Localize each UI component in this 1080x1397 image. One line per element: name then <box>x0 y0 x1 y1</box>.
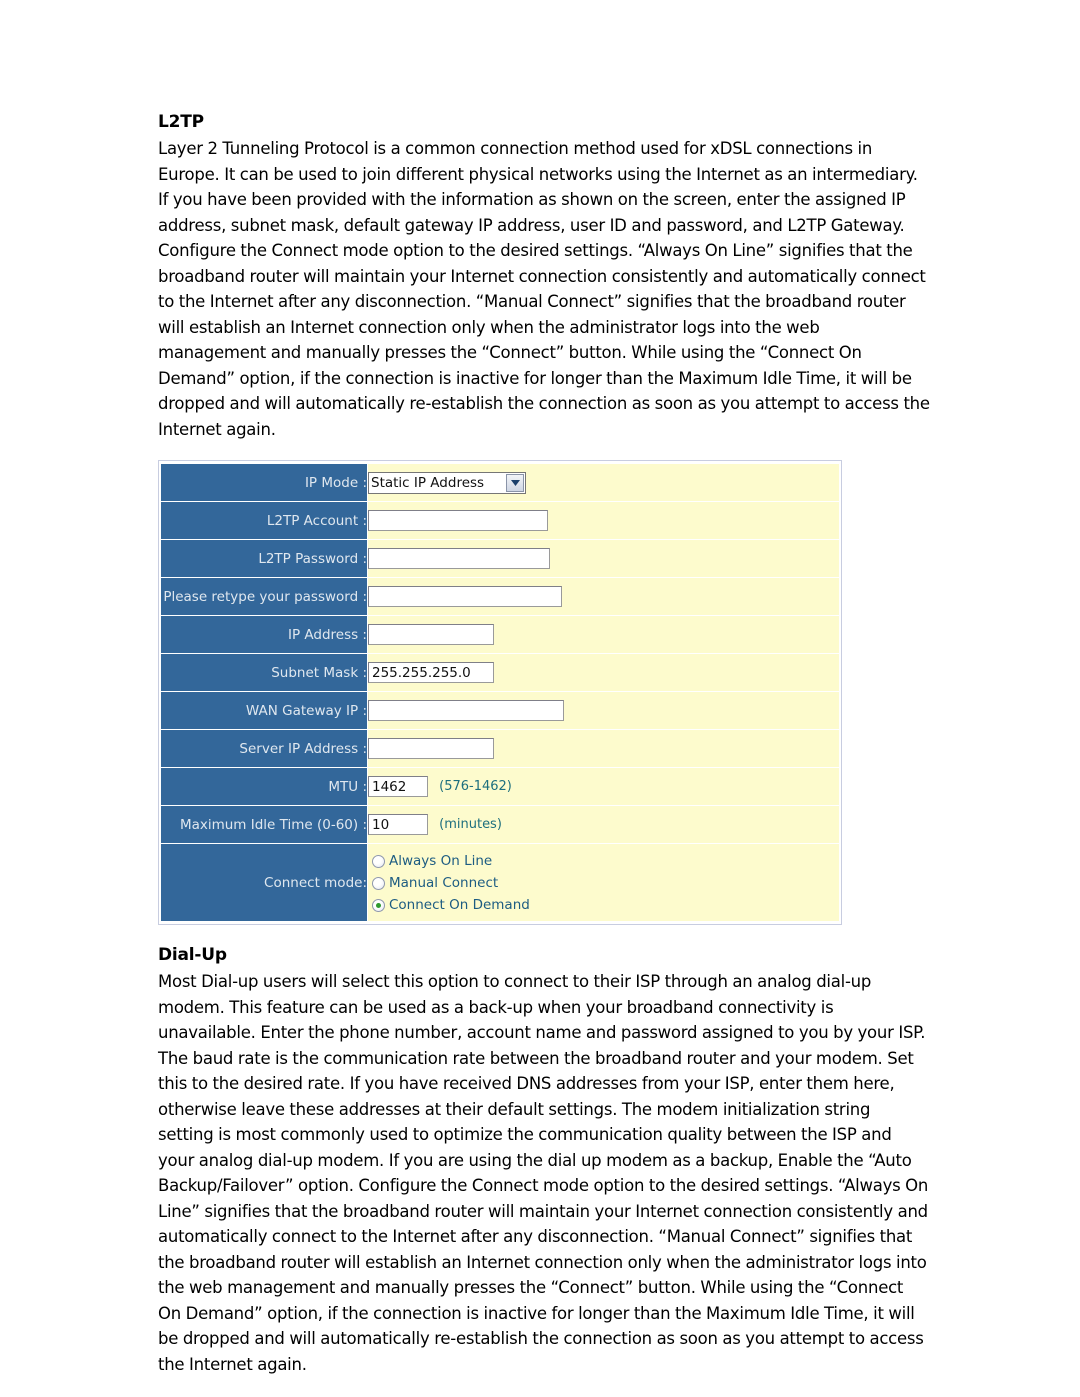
table-row-l2tp-password: L2TP Password : <box>161 540 839 577</box>
field-subnet-mask-cell: 255.255.255.0 <box>368 654 839 691</box>
field-mtu-cell: 1462 (576-1462) <box>368 768 839 805</box>
label-ip-mode: IP Mode : <box>161 464 368 501</box>
section-heading-dial-up: Dial-Up <box>158 945 227 965</box>
ip-address-input[interactable] <box>368 624 494 645</box>
radio-icon[interactable] <box>372 854 385 868</box>
connect-mode-radio-group: Always On Line Manual Connect Connect On… <box>368 847 839 918</box>
table-row-connect-mode: Connect mode: Always On Line Manual Conn… <box>161 844 839 921</box>
label-l2tp-password: L2TP Password : <box>161 540 368 577</box>
label-ip-address: IP Address : <box>161 616 368 653</box>
table-row-max-idle-time: Maximum Idle Time (0-60) : 10 (minutes) <box>161 806 839 843</box>
label-retype-password: Please retype your password : <box>161 578 368 615</box>
table-row-wan-gateway-ip: WAN Gateway IP : <box>161 692 839 729</box>
field-wan-gateway-ip-cell <box>368 692 839 729</box>
table-row-ip-address: IP Address : <box>161 616 839 653</box>
l2tp-password-input[interactable] <box>368 548 550 569</box>
radio-icon[interactable] <box>372 876 385 890</box>
table-row-subnet-mask: Subnet Mask : 255.255.255.0 <box>161 654 839 691</box>
radio-option-connect-on-demand[interactable]: Connect On Demand <box>372 894 839 916</box>
field-retype-password-cell <box>368 578 839 615</box>
field-l2tp-account-cell <box>368 502 839 539</box>
l2tp-config-panel: IP Mode : Static IP Address L2TP Account… <box>158 460 842 925</box>
ip-mode-select-value: Static IP Address <box>371 474 485 491</box>
field-ip-address-cell <box>368 616 839 653</box>
radio-option-label: Connect On Demand <box>389 897 530 913</box>
section-heading-l2tp: L2TP <box>158 112 204 132</box>
field-l2tp-password-cell <box>368 540 839 577</box>
radio-icon-selected[interactable] <box>372 898 385 912</box>
table-row-retype-password: Please retype your password : <box>161 578 839 615</box>
field-server-ip-address-cell <box>368 730 839 767</box>
wan-gateway-ip-input[interactable] <box>368 700 564 721</box>
field-connect-mode-cell: Always On Line Manual Connect Connect On… <box>368 844 839 921</box>
max-idle-time-unit-hint: (minutes) <box>439 817 502 832</box>
page-content: L2TP Layer 2 Tunneling Protocol is a com… <box>158 112 930 1377</box>
ip-mode-select[interactable]: Static IP Address <box>368 471 526 494</box>
radio-option-label: Always On Line <box>389 853 493 869</box>
l2tp-account-input[interactable] <box>368 510 548 531</box>
subnet-mask-input[interactable]: 255.255.255.0 <box>368 662 494 683</box>
section-paragraph-l2tp: Layer 2 Tunneling Protocol is a common c… <box>158 139 930 439</box>
mtu-range-hint: (576-1462) <box>439 779 512 794</box>
field-max-idle-time-cell: 10 (minutes) <box>368 806 839 843</box>
table-row-mtu: MTU : 1462 (576-1462) <box>161 768 839 805</box>
label-max-idle-time: Maximum Idle Time (0-60) : <box>161 806 368 843</box>
max-idle-time-input[interactable]: 10 <box>368 814 428 835</box>
radio-option-always-on-line[interactable]: Always On Line <box>372 850 839 872</box>
label-l2tp-account: L2TP Account : <box>161 502 368 539</box>
server-ip-address-input[interactable] <box>368 738 494 759</box>
chevron-down-icon[interactable] <box>506 473 524 492</box>
table-row-l2tp-account: L2TP Account : <box>161 502 839 539</box>
label-mtu: MTU : <box>161 768 368 805</box>
table-row-server-ip-address: Server IP Address : <box>161 730 839 767</box>
label-wan-gateway-ip: WAN Gateway IP : <box>161 692 368 729</box>
section-paragraph-dial-up: Most Dial-up users will select this opti… <box>158 972 929 1374</box>
retype-password-input[interactable] <box>368 586 562 607</box>
radio-option-label: Manual Connect <box>389 875 499 891</box>
label-subnet-mask: Subnet Mask : <box>161 654 368 691</box>
label-connect-mode: Connect mode: <box>161 844 368 921</box>
mtu-input[interactable]: 1462 <box>368 776 428 797</box>
field-ip-mode-cell: Static IP Address <box>368 464 839 501</box>
label-server-ip-address: Server IP Address : <box>161 730 368 767</box>
table-row-ip-mode: IP Mode : Static IP Address <box>161 464 839 501</box>
l2tp-config-table: IP Mode : Static IP Address L2TP Account… <box>161 463 839 922</box>
radio-option-manual-connect[interactable]: Manual Connect <box>372 872 839 894</box>
document-page: L2TP Layer 2 Tunneling Protocol is a com… <box>0 0 1080 1397</box>
